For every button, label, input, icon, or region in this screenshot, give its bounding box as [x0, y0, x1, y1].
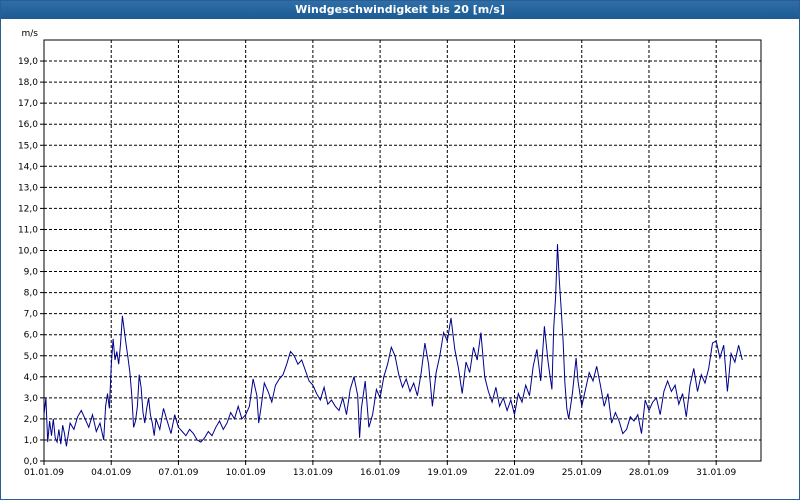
x-axis-ticks: 01.01.09 04.01.09 07.01.09 10.01.09 13.01.09… [24, 461, 737, 478]
x-tick-label: 10.01.09 [226, 468, 266, 478]
y-tick-label: 6,0 [24, 331, 39, 341]
y-tick-label: 8,0 [24, 289, 39, 299]
x-tick-label: 19.01.09 [427, 468, 467, 478]
wind-speed-chart: 0,0 1,0 2,0 3,0 4,0 5,0 6,0 7,0 8,0 9,0 10,0 11,0 12… [18, 29, 762, 478]
x-tick-label: 22.01.09 [494, 468, 534, 478]
y-tick-label: 19,0 [18, 57, 38, 67]
x-tick-label: 04.01.09 [91, 468, 131, 478]
y-axis-ticks: 0,0 1,0 2,0 3,0 4,0 5,0 6,0 7,0 8,0 9,0 10,0 11,0 12… [18, 57, 44, 467]
y-tick-label: 7,0 [24, 310, 39, 320]
x-tick-label: 28.01.09 [629, 468, 669, 478]
x-tick-label: 07.01.09 [158, 468, 198, 478]
y-tick-label: 0,0 [24, 457, 39, 467]
y-tick-label: 13,0 [18, 183, 38, 193]
x-tick-label: 25.01.09 [562, 468, 602, 478]
y-tick-label: 9,0 [24, 268, 39, 278]
y-tick-label: 4,0 [24, 373, 39, 383]
y-tick-label: 18,0 [18, 78, 38, 88]
y-tick-label: 16,0 [18, 120, 38, 130]
x-tick-label: 16.01.09 [360, 468, 400, 478]
y-tick-label: 17,0 [18, 99, 38, 109]
y-tick-label: 5,0 [24, 352, 39, 362]
x-tick-label: 01.01.09 [24, 468, 64, 478]
y-tick-label: 12,0 [18, 204, 38, 214]
y-axis-label: m/s [22, 29, 39, 39]
y-tick-label: 15,0 [18, 141, 38, 151]
window-title: Windgeschwindigkeit bis 20 [m/s] [1, 1, 799, 19]
chart-window: Windgeschwindigkeit bis 20 [m/s] 0,0 1,0 2… [0, 0, 800, 500]
y-tick-label: 2,0 [24, 415, 39, 425]
y-tick-label: 14,0 [18, 162, 38, 172]
x-tick-label: 31.01.09 [696, 468, 736, 478]
y-tick-label: 3,0 [24, 394, 39, 404]
y-tick-label: 11,0 [18, 225, 38, 235]
y-tick-label: 1,0 [24, 436, 39, 446]
x-tick-label: 13.01.09 [293, 468, 333, 478]
y-tick-label: 10,0 [18, 247, 38, 257]
